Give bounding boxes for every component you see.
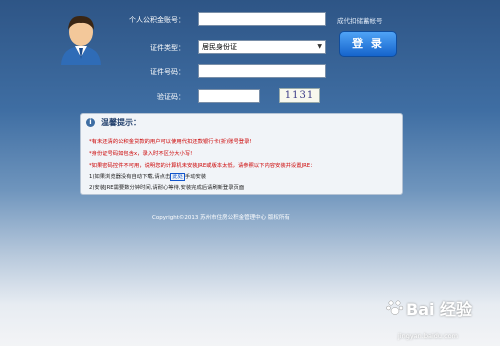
notice-title: 温馨提示： xyxy=(101,118,141,127)
notice-line-3: *如果密码控件不可用，说明您的计算机未安装JRE或版本太低，请参照以下内容安装并… xyxy=(89,161,315,169)
captcha-label: 验证码： xyxy=(157,93,185,101)
id-type-selected-value: 居民身份证 xyxy=(202,43,237,51)
paw-icon xyxy=(386,300,404,315)
notice-line-4-suffix: 手动安装 xyxy=(184,174,207,180)
notice-line-5: 2)安装JRE需要数分钟时间,请耐心等待,安装完成后请刷新登录页面 xyxy=(89,185,245,191)
notice-line-1: *有未还清的公积金贷款的用户可以使用代扣还款银行卡(折)账号登录! xyxy=(89,137,252,145)
account-label: 个人公积金账号： xyxy=(129,16,185,24)
notice-line-4: 1)如果浏览器没有自动下载,请点击 此处 手动安装 xyxy=(89,172,207,181)
notice-line-2: *身份证号码如包含x，录入时不区分大小写! xyxy=(89,149,192,157)
id-number-label: 证件号码： xyxy=(150,68,185,76)
user-avatar-icon xyxy=(61,15,101,65)
captcha-image[interactable]: 1131 xyxy=(279,88,320,103)
info-icon: i xyxy=(86,118,95,127)
id-type-select[interactable]: 居民身份证 ▼ xyxy=(198,40,326,54)
chevron-down-icon: ▼ xyxy=(317,43,322,50)
notice-line-3-text: *如果密码控件不可用，说明您的计算机未安装JRE或版本太低，请参照以下内容安装并… xyxy=(89,163,316,169)
id-number-input[interactable] xyxy=(198,64,326,78)
notice-line-1-text: *有未还清的公积金贷款的用户可以使用代扣还款银行卡(折)账号登录! xyxy=(89,139,252,145)
notice-panel: i 温馨提示： *有未还清的公积金贷款的用户可以使用代扣还款银行卡(折)账号登录… xyxy=(80,113,403,195)
account-input[interactable] xyxy=(198,12,326,26)
id-type-label: 证件类型： xyxy=(150,44,185,52)
baidu-jingyan-watermark: Bai 经验 jingyan.baidu.com xyxy=(386,296,498,346)
notice-line-4-text: 1)如果浏览器没有自动下载,请点击 xyxy=(89,174,171,180)
proxy-account-link[interactable]: 成代扣储蓄帐号 xyxy=(337,15,383,25)
watermark-main-text: Bai 经验 xyxy=(406,300,473,319)
copyright-text: Copyright©2013 苏州市住房公积金管理中心 版权所有 xyxy=(152,215,290,221)
login-button[interactable]: 登 录 xyxy=(339,31,397,57)
manual-install-link[interactable]: 此处 xyxy=(170,173,185,181)
captcha-input[interactable] xyxy=(198,89,260,103)
notice-line-2-text: *身份证号码如包含x，录入时不区分大小写! xyxy=(89,151,193,157)
watermark-sub-text: jingyan.baidu.com xyxy=(398,332,458,340)
